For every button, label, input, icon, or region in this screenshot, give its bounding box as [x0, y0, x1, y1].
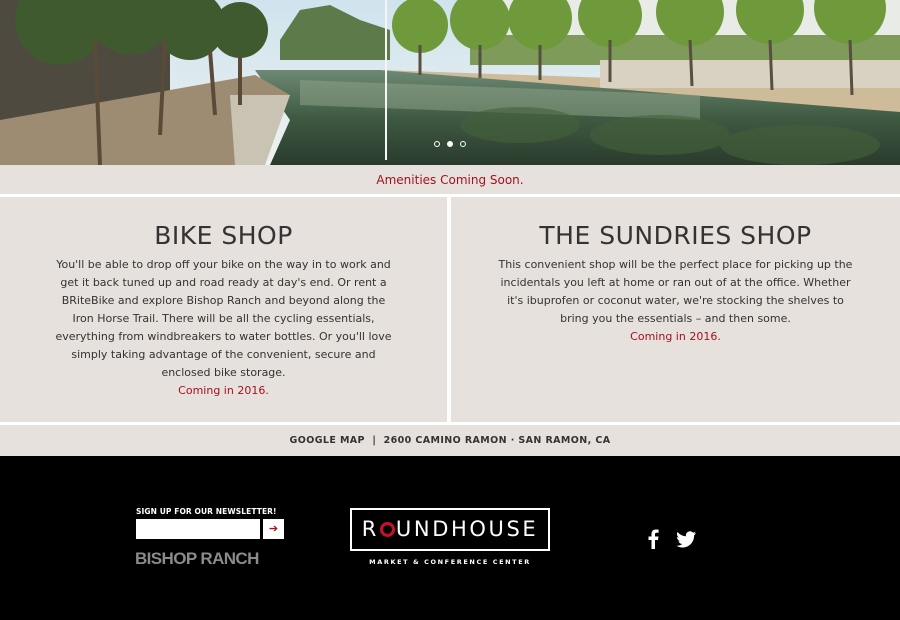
roundhouse-logo-rest: UNDHOUSE	[395, 517, 539, 541]
roundhouse-logo[interactable]: R UNDHOUSE	[350, 508, 550, 551]
newsletter-email-input[interactable]	[136, 519, 260, 539]
address-separator: |	[372, 435, 377, 446]
bike-shop-description: You'll be able to drop off your bike on …	[51, 256, 396, 400]
sundries-shop-text: This convenient shop will be the perfect…	[498, 258, 853, 325]
facebook-icon[interactable]	[647, 529, 659, 553]
roundhouse-ring-icon	[379, 522, 395, 537]
sundries-shop-description: This convenient shop will be the perfect…	[498, 256, 853, 346]
arrow-right-icon: ➔	[268, 523, 279, 535]
twitter-icon[interactable]	[676, 531, 696, 552]
google-map-link[interactable]: GOOGLE MAP	[290, 435, 365, 446]
slide-dot-2[interactable]	[447, 141, 453, 147]
slide-dot-1[interactable]	[434, 141, 440, 147]
slide-dot-3[interactable]	[460, 141, 466, 147]
bishop-ranch-logo[interactable]: BISHOP RANCH	[135, 549, 259, 569]
address-bar: GOOGLE MAP | 2600 CAMINO RAMON · SAN RAM…	[0, 425, 900, 456]
sundries-shop-title: THE SUNDRIES SHOP	[539, 221, 812, 250]
bike-shop-text: You'll be able to drop off your bike on …	[55, 258, 392, 379]
sundries-shop-coming: Coming in 2016.	[630, 330, 721, 343]
newsletter-submit-button[interactable]: ➔	[263, 519, 284, 539]
sundries-shop-panel: THE SUNDRIES SHOP This convenient shop w…	[451, 197, 900, 422]
hero-slideshow[interactable]	[0, 0, 900, 165]
bike-shop-title: BIKE SHOP	[154, 221, 293, 250]
roundhouse-subtitle: MARKET & CONFERENCE CENTER	[369, 558, 531, 566]
footer: SIGN UP FOR OUR NEWSLETTER! ➔ BISHOP RAN…	[0, 456, 900, 620]
bike-shop-coming: Coming in 2016.	[178, 384, 269, 397]
bike-shop-panel: BIKE SHOP You'll be able to drop off you…	[0, 197, 447, 422]
amenities-notice: Amenities Coming Soon.	[0, 165, 900, 194]
address-text: 2600 CAMINO RAMON · SAN RAMON, CA	[383, 435, 611, 446]
roundhouse-logo-r: R	[361, 517, 379, 541]
slide-indicators	[434, 141, 466, 147]
newsletter-label: SIGN UP FOR OUR NEWSLETTER!	[136, 507, 277, 516]
